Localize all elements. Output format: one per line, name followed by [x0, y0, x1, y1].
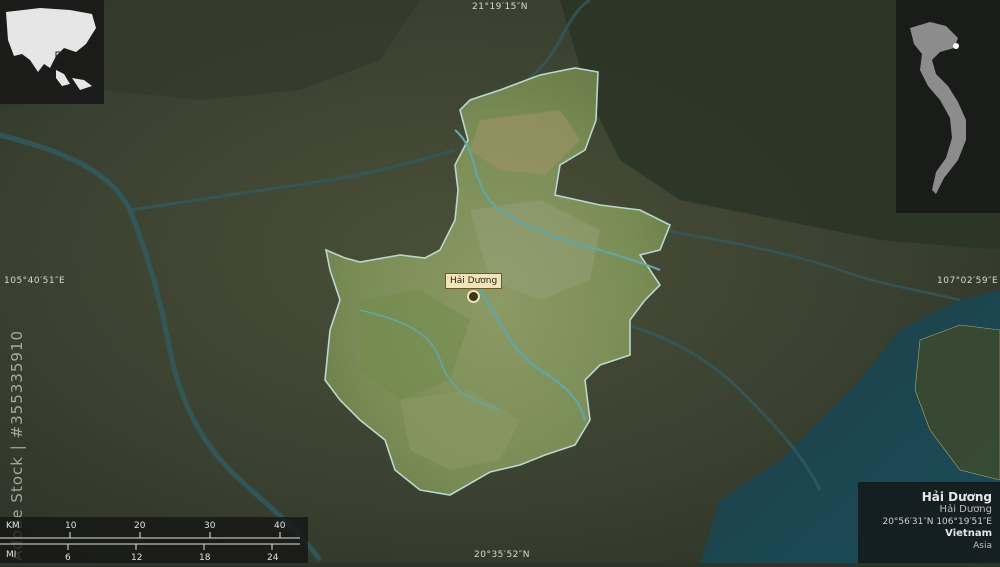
longitude-label-left: 105°40′51″E [4, 276, 66, 286]
locator-inset [0, 0, 104, 104]
region-native-name: Hải Dương [939, 504, 992, 515]
latitude-label-bottom: 20°35′52″N [474, 550, 530, 560]
scale-km-tick-label: 20 [134, 521, 146, 531]
scale-mi-tick-label: 6 [65, 553, 71, 563]
scale-km-tick-label: 40 [274, 521, 286, 531]
scale-mi-tick-label: 12 [131, 553, 142, 563]
asia-locator-icon [6, 8, 96, 90]
info-box: Hải Dương Hải Dương 20°56′31″N 106°19′51… [858, 482, 1000, 563]
region-coordinates: 20°56′31″N 106°19′51″E [882, 517, 992, 527]
longitude-label-right: 107°02′59″E [937, 276, 999, 286]
scale-km-tick-label: 30 [204, 521, 216, 531]
scale-km-tick-label: 10 [65, 521, 77, 531]
city-dot-icon[interactable] [467, 290, 480, 303]
scale-mi-label: MI [6, 550, 16, 560]
latitude-label-top: 21°19′15″N [472, 2, 528, 12]
country-name: Vietnam [945, 528, 992, 539]
vietnam-country-icon [910, 22, 966, 194]
scale-km-label: KM [6, 521, 20, 531]
scale-mi-tick-label: 18 [199, 553, 211, 563]
country-inset [896, 0, 1000, 213]
city-label[interactable]: Hải Dương [445, 273, 503, 289]
scale-mi-tick-label: 24 [267, 553, 279, 563]
region-name: Hải Dương [921, 490, 992, 504]
scale-bar: KM MI 10 20 30 40 6 12 18 24 [0, 517, 308, 563]
continent-name: Asia [973, 541, 992, 551]
